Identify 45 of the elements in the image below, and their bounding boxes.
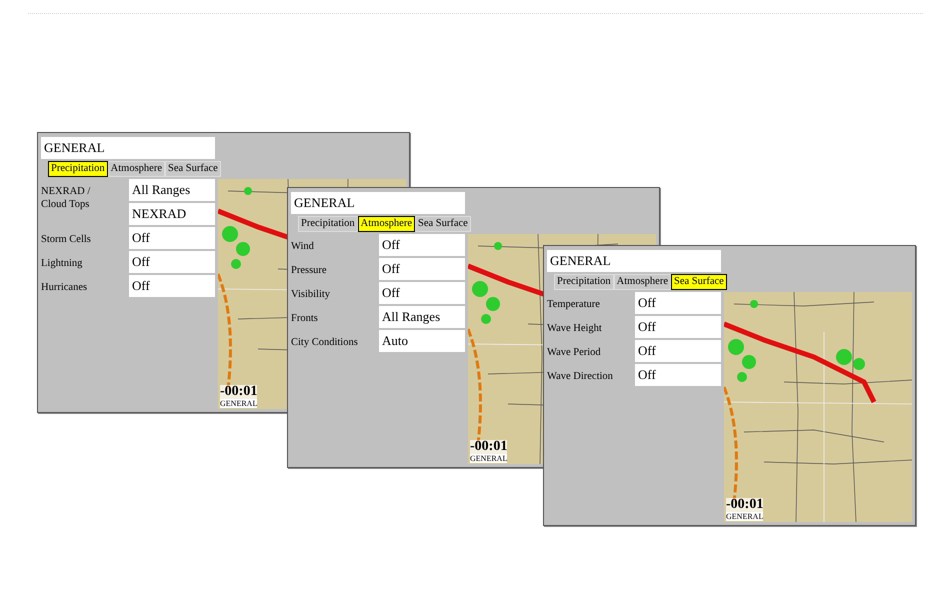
window-title: GENERAL (291, 192, 465, 214)
value-field[interactable]: Off (635, 316, 721, 338)
setting-label: Wave Period (547, 346, 602, 359)
tab[interactable]: Precipitation (48, 161, 108, 177)
value-field[interactable]: All Ranges (379, 306, 465, 328)
setting-label: Visibility (291, 288, 332, 301)
value-field[interactable]: Auto (379, 330, 465, 352)
time-offset: -00:01 (470, 440, 508, 454)
window-title: GENERAL (547, 250, 721, 272)
value-field[interactable]: Off (129, 251, 215, 273)
setting-label: NEXRAD / Cloud Tops (41, 185, 92, 211)
time-offset: -00:01 (726, 498, 764, 512)
tab[interactable]: Precipitation (554, 274, 614, 290)
tab[interactable]: Atmosphere (358, 216, 415, 232)
tab[interactable]: Precipitation (298, 216, 358, 232)
time-offset: -00:01 (220, 385, 258, 399)
value-field[interactable]: Off (635, 340, 721, 362)
setting-label: Pressure (291, 264, 328, 277)
map-caption: GENERAL (220, 399, 258, 408)
tab[interactable]: Atmosphere (614, 274, 671, 290)
value-field[interactable]: Off (129, 227, 215, 249)
setting-label: Fronts (291, 312, 319, 325)
value-field[interactable]: Off (129, 275, 215, 297)
value-field[interactable]: Off (635, 292, 721, 314)
setting-label: Lightning (41, 257, 84, 270)
tab[interactable]: Sea Surface (414, 216, 471, 232)
tab[interactable]: Sea Surface (164, 161, 221, 177)
value-field[interactable]: Off (379, 234, 465, 256)
value-field[interactable]: Off (379, 282, 465, 304)
setting-label: Wind (291, 240, 315, 253)
tab[interactable]: Atmosphere (108, 161, 165, 177)
map-caption: GENERAL (726, 512, 764, 521)
tab[interactable]: Sea Surface (670, 274, 727, 290)
value-field[interactable]: Off (635, 364, 721, 386)
setting-label: Temperature (547, 298, 601, 311)
map-caption: GENERAL (470, 454, 508, 463)
value-field[interactable]: NEXRAD (129, 203, 215, 225)
value-field[interactable]: All Ranges (129, 179, 215, 201)
setting-label: Wave Height (547, 322, 603, 335)
window-title: GENERAL (41, 137, 215, 159)
setting-label: Hurricanes (41, 281, 88, 294)
setting-label: Storm Cells (41, 233, 92, 246)
setting-label: City Conditions (291, 336, 359, 349)
value-field[interactable]: Off (379, 258, 465, 280)
setting-label: Wave Direction (547, 370, 614, 383)
